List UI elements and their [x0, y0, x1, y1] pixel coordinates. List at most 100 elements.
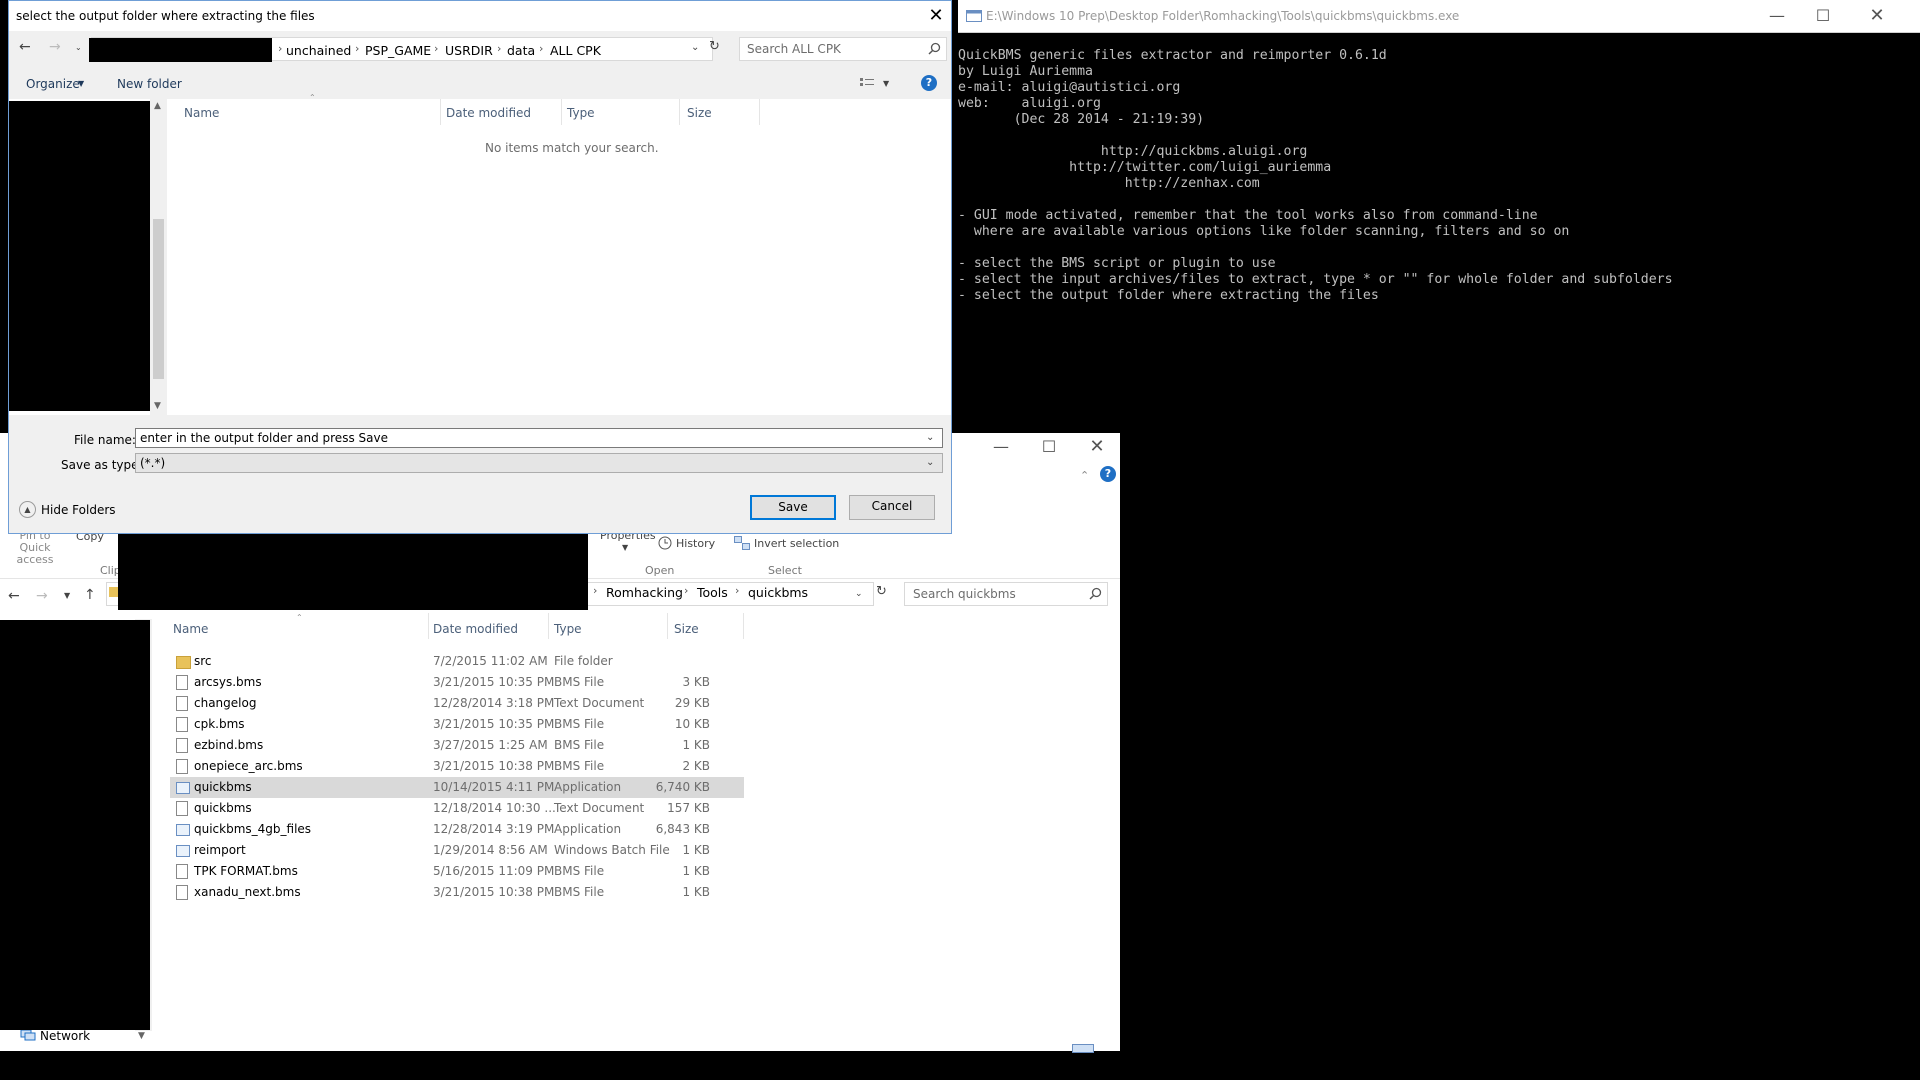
redacted-area — [0, 1051, 940, 1080]
file-row[interactable]: ezbind.bms 3/27/2015 1:25 AM BMS File 1 KB — [170, 735, 744, 756]
file-icon — [176, 801, 188, 816]
explorer-minimize-button[interactable]: — — [978, 431, 1024, 463]
file-name-input[interactable]: enter in the output folder and press Sav… — [135, 428, 943, 448]
explorer-back-button[interactable]: ← — [8, 588, 20, 604]
file-row[interactable]: reimport 1/29/2014 8:56 AM Windows Batch F… — [170, 840, 744, 861]
file-row[interactable]: TPK FORMAT.bms 5/16/2015 11:09 PM BMS File… — [170, 861, 744, 882]
dialog-nav-scroll-thumb[interactable] — [153, 219, 164, 379]
explorer-breadcrumb-quickbms[interactable]: quickbms — [748, 585, 808, 600]
save-button[interactable]: Save — [750, 495, 836, 520]
view-options-icon[interactable] — [859, 77, 875, 89]
console-minimize-button[interactable]: — — [1754, 0, 1800, 32]
cancel-button[interactable]: Cancel — [849, 495, 935, 520]
console-titlebar[interactable]: E:\Windows 10 Prep\Desktop Folder\Romhac… — [958, 0, 1920, 33]
file-size: 6,740 KB — [655, 780, 710, 794]
file-name-dropdown-icon[interactable]: ⌄ — [926, 429, 934, 447]
dialog-breadcrumb-unchained[interactable]: unchained — [286, 43, 351, 58]
view-dropdown-icon[interactable]: ▼ — [883, 79, 889, 88]
dialog-forward-button[interactable]: → — [49, 39, 61, 55]
redacted-area — [0, 620, 150, 1030]
dialog-nav-scrollbar[interactable]: ▲ ▼ — [150, 99, 167, 415]
file-row[interactable]: quickbms_4gb_files 12/28/2014 3:19 PM Appl… — [170, 819, 744, 840]
ribbon-history-button[interactable]: History — [676, 537, 715, 550]
column-divider[interactable] — [743, 613, 744, 639]
ribbon-pin-quick-access[interactable]: Pin to Quick access — [4, 530, 66, 566]
ribbon-group-select: Select — [768, 564, 802, 577]
explorer-recent-dropdown[interactable]: ▼ — [64, 591, 70, 600]
details-view-icon[interactable] — [1072, 1044, 1094, 1053]
file-row[interactable]: src 7/2/2015 11:02 AM File folder — [170, 651, 744, 672]
explorer-maximize-button[interactable]: ☐ — [1026, 431, 1072, 463]
organize-dropdown-icon[interactable]: ▼ — [78, 79, 84, 88]
column-header-name[interactable]: Name — [173, 622, 208, 636]
dialog-column-size[interactable]: Size — [687, 106, 712, 120]
file-icon — [176, 738, 188, 753]
ribbon-invert-selection-button[interactable]: Invert selection — [754, 537, 839, 550]
explorer-search-box[interactable]: Search quickbms — [904, 582, 1108, 606]
dialog-refresh-icon[interactable]: ↻ — [709, 39, 720, 54]
search-icon[interactable] — [928, 42, 941, 55]
column-header-size[interactable]: Size — [674, 622, 699, 636]
dialog-recent-dropdown[interactable]: ⌄ — [75, 43, 82, 52]
dialog-column-type[interactable]: Type — [567, 106, 595, 120]
dialog-search-box[interactable]: Search ALL CPK — [739, 37, 947, 61]
file-type: BMS File — [554, 717, 605, 731]
scroll-down-arrow[interactable]: ▼ — [154, 401, 161, 411]
file-row[interactable]: xanadu_next.bms 3/21/2015 10:38 PM BMS Fil… — [170, 882, 744, 903]
dialog-column-date[interactable]: Date modified — [446, 106, 531, 120]
save-as-type-dropdown-icon[interactable]: ⌄ — [926, 454, 934, 472]
column-divider[interactable] — [667, 613, 668, 639]
dialog-back-button[interactable]: ← — [19, 39, 31, 55]
column-divider[interactable] — [548, 613, 549, 639]
column-divider[interactable] — [679, 99, 680, 125]
explorer-forward-button[interactable]: → — [36, 588, 48, 604]
file-row[interactable]: cpk.bms 3/21/2015 10:35 PM BMS File 10 KB — [170, 714, 744, 735]
console-line: - GUI mode activated, remember that the … — [958, 208, 1538, 223]
hide-folders-chevron-icon[interactable]: ▲ — [19, 501, 36, 518]
file-name: xanadu_next.bms — [194, 885, 301, 899]
explorer-close-button[interactable]: ✕ — [1074, 431, 1120, 463]
dialog-breadcrumb-data[interactable]: data — [507, 43, 535, 58]
file-row[interactable]: arcsys.bms 3/21/2015 10:35 PM BMS File 3 KB — [170, 672, 744, 693]
save-as-type-select[interactable]: (*.*) ⌄ — [135, 453, 943, 473]
console-maximize-button[interactable]: ☐ — [1800, 0, 1846, 32]
file-row[interactable]: changelog 12/28/2014 3:18 PM Text Document… — [170, 693, 744, 714]
dialog-breadcrumb-all-cpk[interactable]: ALL CPK — [550, 43, 601, 58]
explorer-refresh-icon[interactable]: ↻ — [876, 584, 887, 599]
dialog-breadcrumb-psp-game[interactable]: PSP_GAME — [365, 43, 431, 58]
scroll-up-arrow[interactable]: ▲ — [154, 101, 161, 111]
breadcrumb-separator: › — [355, 42, 360, 55]
explorer-help-icon[interactable]: ? — [1100, 466, 1116, 482]
dialog-address-dropdown-icon[interactable]: ⌄ — [691, 42, 699, 53]
nav-network-item[interactable]: Network — [40, 1029, 90, 1043]
file-row[interactable]: onepiece_arc.bms 3/21/2015 10:38 PM BMS Fi… — [170, 756, 744, 777]
hide-folders-toggle[interactable]: Hide Folders — [41, 503, 116, 517]
history-icon — [658, 536, 672, 550]
file-icon — [176, 864, 188, 879]
column-divider[interactable] — [440, 99, 441, 125]
organize-menu[interactable]: Organize — [26, 77, 80, 91]
dialog-breadcrumb-usrdir[interactable]: USRDIR — [445, 43, 493, 58]
console-close-button[interactable]: ✕ — [1854, 0, 1900, 32]
explorer-breadcrumb-tools[interactable]: Tools — [697, 585, 728, 600]
column-header-type[interactable]: Type — [554, 622, 582, 636]
column-divider[interactable] — [759, 99, 760, 125]
dialog-column-name[interactable]: Name — [184, 106, 219, 120]
explorer-up-button[interactable]: ↑ — [84, 587, 96, 603]
dialog-help-icon[interactable]: ? — [921, 75, 937, 91]
file-size: 1 KB — [682, 885, 710, 899]
column-header-date[interactable]: Date modified — [433, 622, 518, 636]
dialog-close-button[interactable]: ✕ — [913, 0, 959, 32]
file-row[interactable]: quickbms 10/14/2015 4:11 PM Application 6,7… — [170, 777, 744, 798]
explorer-breadcrumb-romhacking[interactable]: Romhacking — [606, 585, 683, 600]
column-divider[interactable] — [561, 99, 562, 125]
file-row[interactable]: quickbms 12/18/2014 10:30 ... Text Documen… — [170, 798, 744, 819]
dialog-titlebar[interactable]: select the output folder where extractin… — [9, 1, 951, 31]
ribbon-collapse-icon[interactable]: ⌃ — [1080, 469, 1089, 482]
scroll-down-arrow[interactable]: ▼ — [138, 1031, 145, 1041]
column-divider[interactable] — [428, 613, 429, 639]
address-dropdown-icon[interactable]: ⌄ — [855, 589, 863, 599]
new-folder-button[interactable]: New folder — [117, 77, 182, 91]
properties-dropdown-icon[interactable]: ▼ — [622, 543, 628, 552]
search-icon[interactable] — [1089, 587, 1102, 600]
